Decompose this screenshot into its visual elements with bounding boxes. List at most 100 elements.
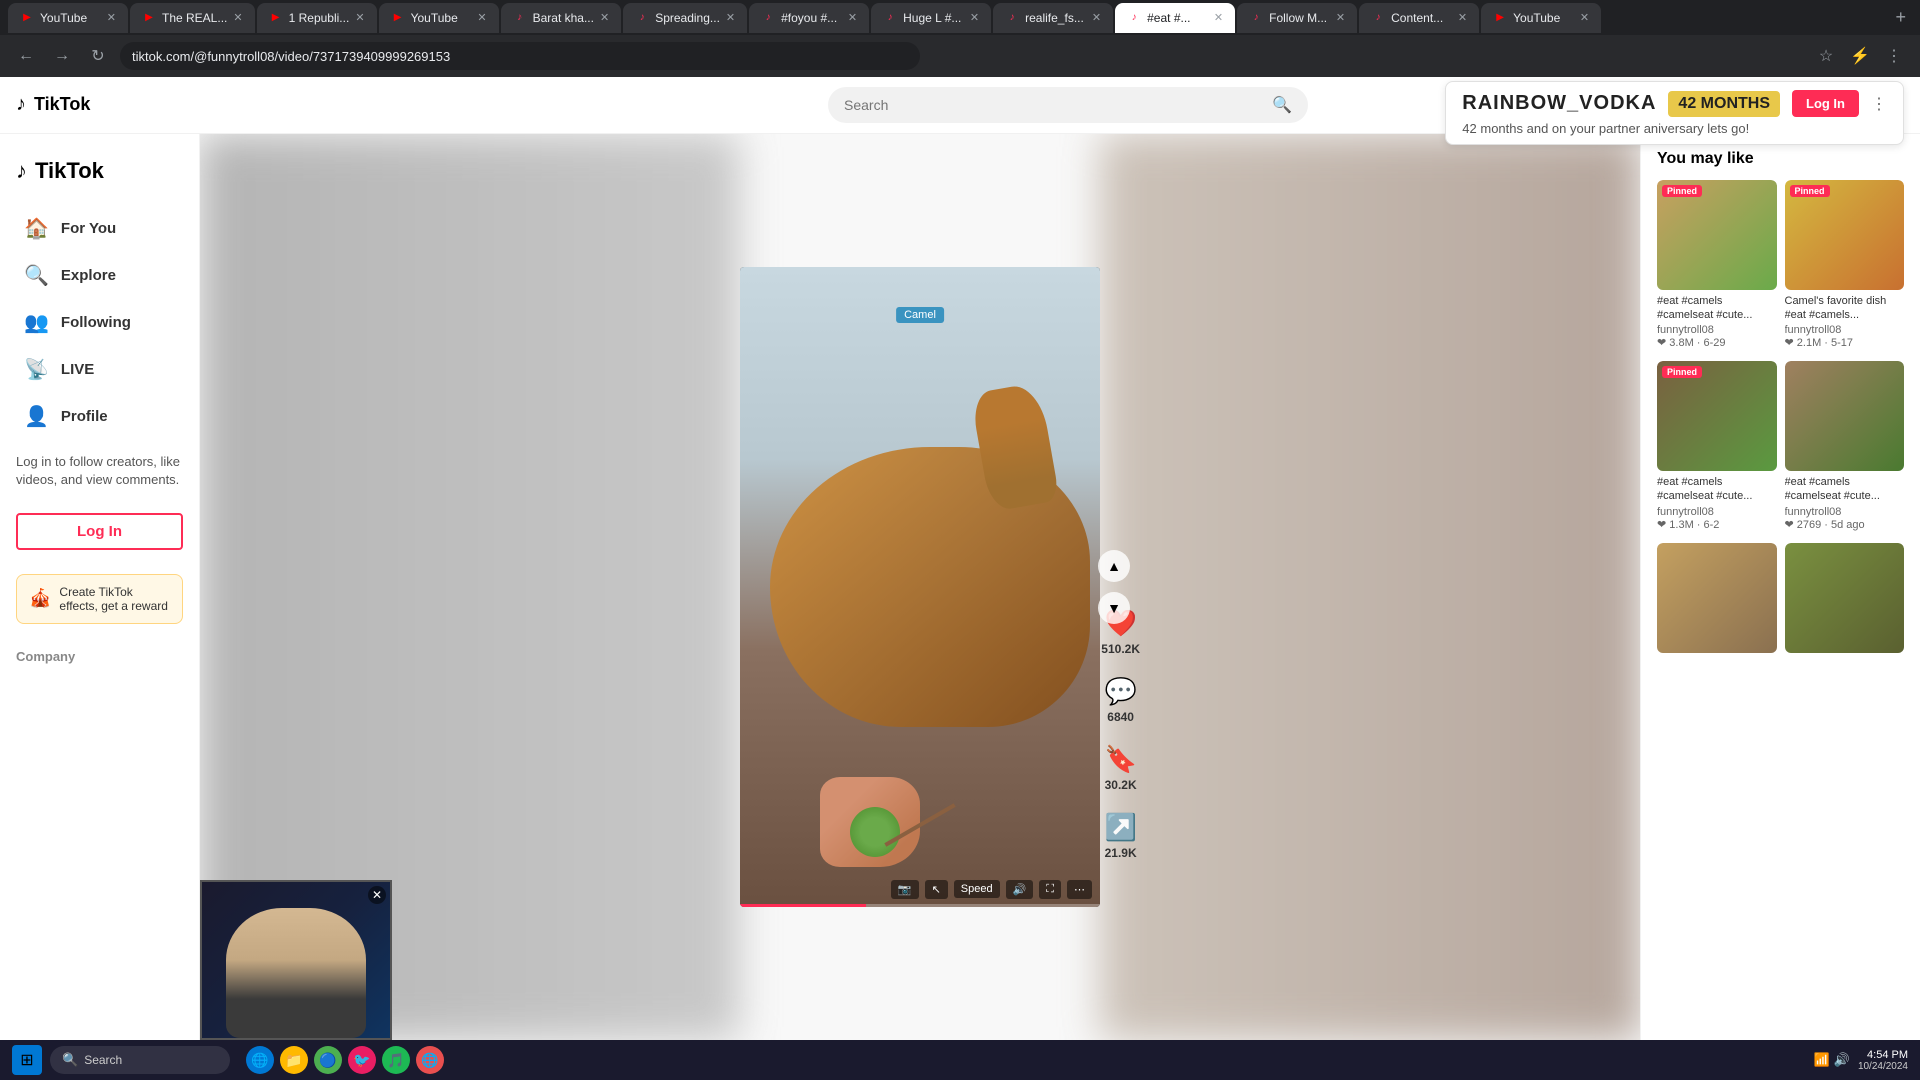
cursor-button[interactable]: ↖ [925, 880, 948, 899]
tab-close-11[interactable]: ✕ [1458, 11, 1467, 24]
thumb-title: #eat #camels #camelseat #cute... [1785, 475, 1905, 504]
browser-tab-12[interactable]: ▶ YouTube ✕ [1481, 3, 1601, 33]
taskbar-app1-icon[interactable]: 🐦 [348, 1046, 376, 1074]
extensions-button[interactable]: ⚡ [1846, 42, 1874, 70]
sidebar-following-label: Following [61, 314, 131, 331]
sidebar-tiktok-icon: ♪ [16, 158, 27, 184]
following-icon: 👥 [24, 310, 49, 335]
like-count: 510.2K [1101, 642, 1140, 656]
taskbar-spotify-icon[interactable]: 🎵 [382, 1046, 410, 1074]
taskbar-system-icons: 📶 🔊 4:54 PM 10/24/2024 [1814, 1049, 1908, 1072]
anniversary-login-button[interactable]: Log In [1792, 90, 1859, 117]
tab-close-0[interactable]: ✕ [107, 11, 116, 24]
sidebar-login-button[interactable]: Log In [16, 513, 183, 550]
bookmark-icon: 🔖 [1104, 744, 1136, 775]
tab-close-4[interactable]: ✕ [600, 11, 609, 24]
tab-close-1[interactable]: ✕ [233, 11, 242, 24]
cactus-area [850, 807, 900, 857]
browser-tab-8[interactable]: ♪ realife_fs... ✕ [993, 3, 1113, 33]
tab-close-12[interactable]: ✕ [1580, 11, 1589, 24]
browser-tab-5[interactable]: ♪ Spreading... ✕ [623, 3, 747, 33]
tab-close-7[interactable]: ✕ [970, 11, 979, 24]
sidebar-item-profile[interactable]: 👤 Profile [8, 394, 191, 439]
next-video-button[interactable]: ▼ [1098, 592, 1130, 624]
taskbar-edge-icon[interactable]: 🌐 [246, 1046, 274, 1074]
browser-tab-1[interactable]: ▶ The REAL... ✕ [130, 3, 255, 33]
anniversary-brand: RAINBOW_VODKA [1462, 92, 1656, 115]
tab-close-2[interactable]: ✕ [355, 11, 364, 24]
browser-tab-3[interactable]: ▶ YouTube ✕ [379, 3, 499, 33]
comment-action[interactable]: 💬 6840 [1104, 676, 1136, 724]
pinned-badge: Pinned [1662, 366, 1702, 378]
search-bar[interactable]: 🔍 [828, 87, 1308, 123]
browser-tab-0[interactable]: ▶ YouTube ✕ [8, 3, 128, 33]
thumb-info: Camel's favorite dish #eat #camels... fu… [1785, 290, 1905, 354]
thumb-stats: ❤ 2769 · 5d ago [1785, 518, 1905, 531]
speed-button[interactable]: Speed [954, 880, 1000, 898]
sidebar-logo: ♪ TikTok [0, 150, 199, 204]
tab-close-8[interactable]: ✕ [1092, 11, 1101, 24]
sidebar-item-explore[interactable]: 🔍 Explore [8, 253, 191, 298]
volume-button[interactable]: 🔊 [1006, 880, 1034, 899]
screenshot-button[interactable]: 📷 [891, 880, 919, 899]
video-progress-bar[interactable] [740, 904, 1100, 907]
start-button[interactable]: ⊞ [12, 1045, 42, 1075]
video-thumb-item[interactable]: Pinned #eat #camels #camelseat #cute... … [1657, 361, 1777, 535]
browser-tab-2[interactable]: ▶ 1 Republi... ✕ [257, 3, 377, 33]
forward-button[interactable]: → [48, 42, 76, 70]
search-input[interactable] [844, 97, 1264, 113]
address-input[interactable] [120, 42, 920, 70]
share-action[interactable]: ↗️ 21.9K [1104, 812, 1136, 860]
thumb-info: #eat #camels #camelseat #cute... funnytr… [1657, 290, 1777, 354]
sidebar-item-following[interactable]: 👥 Following [8, 300, 191, 345]
back-button[interactable]: ← [12, 42, 40, 70]
tab-close-10[interactable]: ✕ [1336, 11, 1345, 24]
share-count: 21.9K [1105, 846, 1137, 860]
taskbar-search[interactable]: 🔍 Search [50, 1046, 230, 1074]
sidebar-explore-label: Explore [61, 267, 116, 284]
anniversary-menu-icon[interactable]: ⋮ [1871, 94, 1887, 114]
sidebar-item-for-you[interactable]: 🏠 For You [8, 206, 191, 251]
new-tab-button[interactable]: + [1889, 7, 1912, 28]
webcam-close-button[interactable]: ✕ [368, 886, 386, 904]
save-action[interactable]: 🔖 30.2K [1104, 744, 1136, 792]
fullscreen-button[interactable]: ⛶ [1039, 880, 1061, 899]
taskbar-search-icon: 🔍 [62, 1052, 78, 1068]
video-thumb-item[interactable]: Pinned Camel's favorite dish #eat #camel… [1785, 180, 1905, 354]
video-thumb-item[interactable] [1657, 543, 1777, 663]
reload-button[interactable]: ↻ [84, 42, 112, 70]
taskbar-folder-icon[interactable]: 📁 [280, 1046, 308, 1074]
more-button[interactable]: ⋯ [1067, 880, 1092, 899]
video-thumb-item[interactable] [1785, 543, 1905, 663]
tab-close-5[interactable]: ✕ [726, 11, 735, 24]
browser-tab-10[interactable]: ♪ Follow M... ✕ [1237, 3, 1357, 33]
video-container[interactable]: Camel 📷 [200, 134, 1640, 1040]
effects-icon: 🎪 [29, 588, 51, 609]
taskbar-search-text: Search [84, 1053, 122, 1067]
thumb-user: funnytroll08 [1657, 506, 1777, 518]
effects-banner[interactable]: 🎪 Create TikTok effects, get a reward [16, 574, 183, 624]
settings-button[interactable]: ⋮ [1880, 42, 1908, 70]
tab-close-9[interactable]: ✕ [1214, 11, 1223, 24]
company-label: Company [16, 649, 75, 664]
prev-video-button[interactable]: ▲ [1098, 550, 1130, 582]
video-grid: Pinned #eat #camels #camelseat #cute... … [1657, 180, 1904, 663]
tab-close-3[interactable]: ✕ [477, 11, 486, 24]
taskbar-app2-icon[interactable]: 🌐 [416, 1046, 444, 1074]
search-icon[interactable]: 🔍 [1272, 95, 1292, 115]
browser-tab-7[interactable]: ♪ Huge L #... ✕ [871, 3, 991, 33]
sidebar: ♪ TikTok 🏠 For You 🔍 Explore 👥 Following… [0, 134, 200, 1040]
browser-tab-6[interactable]: ♪ #foyou #... ✕ [749, 3, 869, 33]
browser-tab-9[interactable]: ♪ #eat #... ✕ [1115, 3, 1235, 33]
video-main[interactable]: Camel 📷 [740, 267, 1100, 907]
browser-tab-4[interactable]: ♪ Barat kha... ✕ [501, 3, 622, 33]
video-thumb-item[interactable]: #eat #camels #camelseat #cute... funnytr… [1785, 361, 1905, 535]
thumb-stats: ❤ 2.1M · 5-17 [1785, 336, 1905, 349]
browser-tab-11[interactable]: ♪ Content... ✕ [1359, 3, 1479, 33]
taskbar-chrome-icon[interactable]: 🔵 [314, 1046, 342, 1074]
sidebar-item-live[interactable]: 📡 LIVE [8, 347, 191, 392]
tab-close-6[interactable]: ✕ [848, 11, 857, 24]
webcam-background [202, 882, 390, 1038]
bookmark-button[interactable]: ☆ [1812, 42, 1840, 70]
video-thumb-item[interactable]: Pinned #eat #camels #camelseat #cute... … [1657, 180, 1777, 354]
